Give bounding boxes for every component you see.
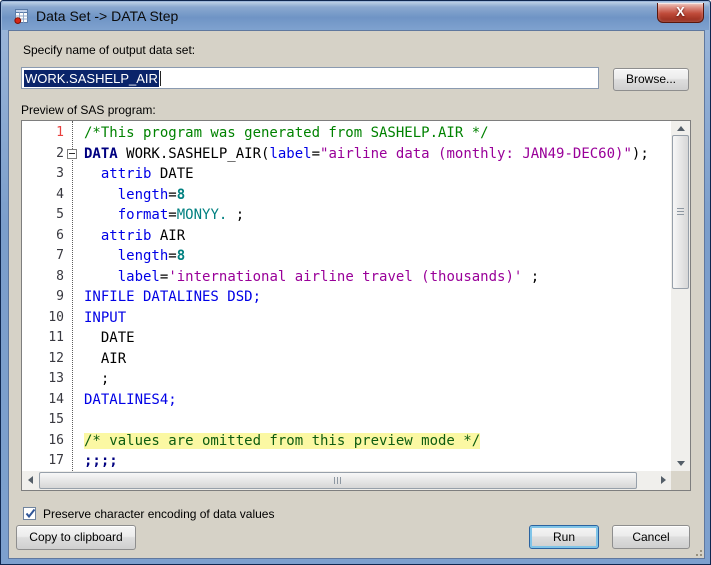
code-line: 1 /*This program was generated from SASHE… [22, 123, 671, 144]
code-line-text: DATE [84, 330, 135, 346]
code-line: 2 DATA WORK.SASHELP_AIR(label="airline da… [22, 144, 671, 165]
code-line-text: DATA WORK.SASHELP_AIR(label="airline dat… [84, 145, 649, 162]
code-line: 3 attrib DATE [22, 164, 671, 185]
output-dataset-field[interactable]: WORK.SASHELP_AIR [21, 67, 599, 89]
line-number: 9 [56, 289, 64, 304]
line-number: 6 [56, 227, 64, 243]
line-number: 15 [48, 412, 64, 427]
preview-label: Preview of SAS program: [21, 103, 156, 117]
dialog-body: Specify name of output data set: WORK.SA… [8, 30, 705, 559]
code-line-text: DATALINES4; [84, 391, 177, 408]
code-viewport[interactable]: 1 /*This program was generated from SASHE… [22, 121, 671, 471]
text-caret [159, 70, 161, 86]
data-set-icon [13, 8, 30, 25]
code-line-text: attrib DATE [100, 166, 194, 182]
code-line: 13 ; [22, 369, 671, 390]
close-button[interactable]: X [657, 3, 704, 23]
code-line: 17;;;; [22, 451, 671, 471]
checkmark-icon [25, 508, 36, 519]
code-line-text: /* values are omitted from this preview … [84, 432, 481, 449]
dialog-window: Data Set -> DATA Step X Specify name of … [0, 0, 711, 565]
code-line-text: length=8 [117, 186, 186, 203]
line-number: 13 [48, 371, 64, 386]
output-dataset-label: Specify name of output data set: [23, 43, 196, 57]
run-button[interactable]: Run [529, 525, 599, 549]
code-line: 5 format=MONYY. ; [22, 205, 671, 226]
line-number: 8 [56, 268, 64, 284]
code-line-text: /*This program was generated from SASHEL… [84, 125, 489, 141]
line-number: 17 [48, 453, 64, 468]
scroll-left-icon[interactable] [22, 471, 38, 490]
selected-text: WORK.SASHELP_AIR [24, 69, 159, 87]
line-number: 1 [56, 125, 64, 140]
vertical-scrollbar-thumb[interactable] [672, 135, 689, 289]
browse-button[interactable]: Browse... [613, 68, 689, 91]
horizontal-scrollbar[interactable] [22, 471, 671, 490]
cancel-button[interactable]: Cancel [612, 525, 690, 549]
code-line-text: length=8 [117, 248, 186, 264]
code-lines: 1 /*This program was generated from SASHE… [22, 123, 671, 471]
title-bar[interactable]: Data Set -> DATA Step X [2, 2, 709, 30]
line-number: 10 [48, 309, 64, 325]
sas-code-editor[interactable]: 1 /*This program was generated from SASHE… [21, 120, 691, 491]
code-line-text: label='international airline travel (tho… [117, 268, 540, 285]
collapse-toggle-icon[interactable] [67, 148, 77, 159]
code-line-text: AIR [84, 350, 127, 367]
code-line: 15 [22, 410, 671, 431]
line-number: 2 [56, 145, 64, 161]
line-number: 14 [48, 391, 64, 407]
window-title: Data Set -> DATA Step [36, 8, 179, 24]
resize-grip[interactable] [692, 546, 702, 556]
line-number: 7 [56, 248, 64, 263]
code-line: 10 INPUT [22, 308, 671, 329]
code-line-text: ;;;; [84, 453, 118, 469]
scrollbar-corner [671, 471, 690, 490]
code-line: 9 INFILE DATALINES DSD; [22, 287, 671, 308]
thumb-grip-icon [334, 477, 342, 484]
copy-to-clipboard-button[interactable]: Copy to clipboard [16, 525, 136, 550]
encoding-checkbox-label[interactable]: Preserve character encoding of data valu… [43, 507, 274, 521]
line-number: 3 [56, 166, 64, 181]
vertical-scrollbar[interactable] [671, 121, 690, 471]
code-line: 6 attrib AIR [22, 226, 671, 247]
code-line: 4 length=8 [22, 185, 671, 206]
code-line: 14 DATALINES4; [22, 390, 671, 411]
code-line: 8 label='international airline travel (t… [22, 267, 671, 288]
thumb-grip-icon [677, 208, 684, 216]
encoding-checkbox[interactable] [23, 507, 36, 520]
code-line: 12 AIR [22, 349, 671, 370]
code-line-text: INFILE DATALINES DSD; [84, 289, 262, 305]
scroll-down-icon[interactable] [671, 455, 690, 471]
line-number: 12 [48, 350, 64, 366]
code-line: 7 length=8 [22, 246, 671, 267]
line-number: 5 [56, 207, 64, 222]
code-line-text: ; [84, 371, 110, 387]
code-line: 16 /* values are omitted from this previe… [22, 431, 671, 452]
scroll-right-icon[interactable] [655, 471, 671, 490]
code-line-text: attrib AIR [100, 227, 186, 244]
code-line-text: INPUT [84, 309, 127, 326]
line-number: 11 [48, 330, 64, 345]
horizontal-scrollbar-thumb[interactable] [39, 472, 637, 489]
code-line-text: format=MONYY. ; [117, 207, 245, 223]
code-line: 11 DATE [22, 328, 671, 349]
line-number: 4 [56, 186, 64, 202]
line-number: 16 [48, 432, 64, 448]
